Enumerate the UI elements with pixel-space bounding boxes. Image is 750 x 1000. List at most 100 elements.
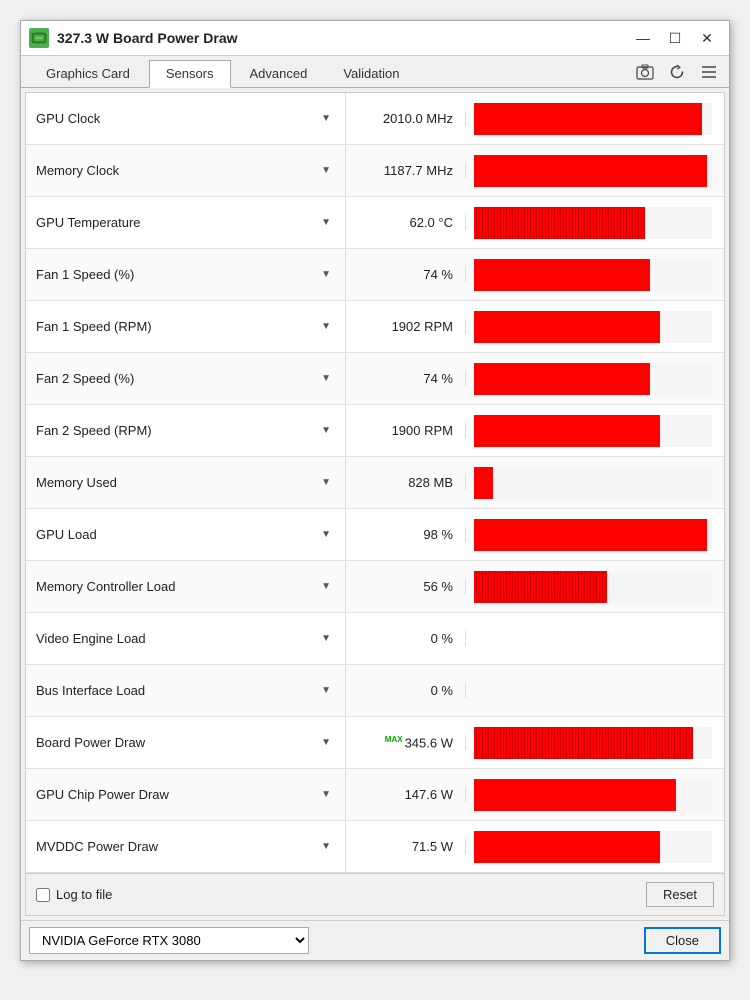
- sensor-name-gpu-temperature: GPU Temperature ▼: [26, 197, 346, 248]
- sensor-value-gpu-load: 98 %: [346, 527, 466, 542]
- bar-container-fan2-speed-pct: [474, 363, 712, 395]
- tab-graphics-card[interactable]: Graphics Card: [29, 60, 147, 87]
- sensor-value-fan2-speed-pct: 74 %: [346, 371, 466, 386]
- dropdown-icon[interactable]: ▼: [321, 321, 331, 332]
- sensor-bar-area-fan2-speed-pct: [466, 353, 724, 404]
- bar-container-mvddc-power-draw: [474, 831, 712, 863]
- sensor-row: GPU Clock ▼ 2010.0 MHz: [26, 93, 724, 145]
- sensor-row: GPU Load ▼ 98 %: [26, 509, 724, 561]
- sensor-name-fan2-speed-pct: Fan 2 Speed (%) ▼: [26, 353, 346, 404]
- dropdown-icon[interactable]: ▼: [321, 789, 331, 800]
- dropdown-icon[interactable]: ▼: [321, 581, 331, 592]
- sensor-value-memory-clock: 1187.7 MHz: [346, 163, 466, 178]
- sensors-list[interactable]: GPU Clock ▼ 2010.0 MHz Memory Clock ▼ 11…: [26, 93, 724, 873]
- tab-sensors[interactable]: Sensors: [149, 60, 231, 88]
- tab-advanced[interactable]: Advanced: [233, 60, 325, 87]
- sensor-row: GPU Chip Power Draw ▼ 147.6 W: [26, 769, 724, 821]
- sensor-value-mvddc-power-draw: 71.5 W: [346, 839, 466, 854]
- bar-fill-fan1-speed-pct: [474, 259, 650, 291]
- dropdown-icon[interactable]: ▼: [321, 529, 331, 540]
- bar-fill-mvddc-power-draw: [474, 831, 660, 863]
- maximize-button[interactable]: ☐: [661, 27, 689, 49]
- bar-container-fan1-speed-pct: [474, 259, 712, 291]
- dropdown-icon[interactable]: ▼: [321, 841, 331, 852]
- camera-button[interactable]: [633, 61, 657, 83]
- minimize-button[interactable]: —: [629, 27, 657, 49]
- log-section: Log to file: [36, 887, 112, 902]
- bar-container-gpu-chip-power-draw: [474, 779, 712, 811]
- tab-bar: Graphics Card Sensors Advanced Validatio…: [21, 56, 729, 88]
- dropdown-icon[interactable]: ▼: [321, 217, 331, 228]
- sensor-bar-area-memory-controller-load: [466, 561, 724, 612]
- sensor-label: MVDDC Power Draw: [36, 839, 158, 854]
- gpu-selector[interactable]: NVIDIA GeForce RTX 3080: [29, 927, 309, 954]
- close-button[interactable]: Close: [644, 927, 721, 954]
- sensor-label: Fan 2 Speed (RPM): [36, 423, 152, 438]
- dropdown-icon[interactable]: ▼: [321, 477, 331, 488]
- sensor-name-mvddc-power-draw: MVDDC Power Draw ▼: [26, 821, 346, 872]
- sensor-bar-area-memory-used: [466, 457, 724, 508]
- tab-validation[interactable]: Validation: [326, 60, 416, 87]
- sensor-name-video-engine-load: Video Engine Load ▼: [26, 613, 346, 664]
- dropdown-icon[interactable]: ▼: [321, 737, 331, 748]
- reset-button[interactable]: Reset: [646, 882, 714, 907]
- sensor-value-gpu-chip-power-draw: 147.6 W: [346, 787, 466, 802]
- bar-fill-gpu-temperature: [474, 207, 645, 239]
- sensor-label: Memory Clock: [36, 163, 119, 178]
- sensor-value-fan1-speed-rpm: 1902 RPM: [346, 319, 466, 334]
- bar-fill-gpu-chip-power-draw: [474, 779, 676, 811]
- sensor-label: GPU Chip Power Draw: [36, 787, 169, 802]
- bottom-bar: Log to file Reset: [26, 873, 724, 915]
- sensor-value-fan1-speed-pct: 74 %: [346, 267, 466, 282]
- dropdown-icon[interactable]: ▼: [321, 269, 331, 280]
- content-area: GPU Clock ▼ 2010.0 MHz Memory Clock ▼ 11…: [25, 92, 725, 916]
- sensor-row: Fan 1 Speed (%) ▼ 74 %: [26, 249, 724, 301]
- bar-fill-fan1-speed-rpm: [474, 311, 660, 343]
- main-window: 327.3 W Board Power Draw — ☐ ✕ Graphics …: [20, 20, 730, 961]
- sensor-row: GPU Temperature ▼ 62.0 °C: [26, 197, 724, 249]
- sensor-label: Board Power Draw: [36, 735, 145, 750]
- title-bar: 327.3 W Board Power Draw — ☐ ✕: [21, 21, 729, 56]
- sensor-label: GPU Load: [36, 527, 97, 542]
- close-window-button[interactable]: ✕: [693, 27, 721, 49]
- sensor-name-gpu-chip-power-draw: GPU Chip Power Draw ▼: [26, 769, 346, 820]
- dropdown-icon[interactable]: ▼: [321, 165, 331, 176]
- bar-container-gpu-temperature: [474, 207, 712, 239]
- bar-fill-memory-clock: [474, 155, 707, 187]
- sensor-label: GPU Clock: [36, 111, 100, 126]
- dropdown-icon[interactable]: ▼: [321, 425, 331, 436]
- bar-fill-memory-used: [474, 467, 493, 499]
- sensor-row: Video Engine Load ▼ 0 %: [26, 613, 724, 665]
- sensor-row: MVDDC Power Draw ▼ 71.5 W: [26, 821, 724, 873]
- bar-fill-gpu-clock: [474, 103, 702, 135]
- log-label: Log to file: [56, 887, 112, 902]
- sensor-name-gpu-load: GPU Load ▼: [26, 509, 346, 560]
- refresh-button[interactable]: [665, 61, 689, 83]
- window-title: 327.3 W Board Power Draw: [57, 30, 238, 46]
- sensor-name-fan1-speed-pct: Fan 1 Speed (%) ▼: [26, 249, 346, 300]
- dropdown-icon[interactable]: ▼: [321, 633, 331, 644]
- sensor-value-board-power-draw: MAX345.6 W: [346, 735, 466, 750]
- menu-button[interactable]: [697, 61, 721, 83]
- title-left: 327.3 W Board Power Draw: [29, 28, 238, 48]
- bar-fill-fan2-speed-rpm: [474, 415, 660, 447]
- sensor-label: Memory Used: [36, 475, 117, 490]
- dropdown-icon[interactable]: ▼: [321, 373, 331, 384]
- sensor-name-memory-clock: Memory Clock ▼: [26, 145, 346, 196]
- bar-container-memory-controller-load: [474, 571, 712, 603]
- sensor-label: GPU Temperature: [36, 215, 141, 230]
- sensor-name-memory-used: Memory Used ▼: [26, 457, 346, 508]
- dropdown-icon[interactable]: ▼: [321, 685, 331, 696]
- footer: NVIDIA GeForce RTX 3080 Close: [21, 920, 729, 960]
- sensor-bar-area-memory-clock: [466, 145, 724, 196]
- sensor-bar-area-bus-interface-load: [466, 665, 724, 716]
- bar-fill-fan2-speed-pct: [474, 363, 650, 395]
- sensor-name-memory-controller-load: Memory Controller Load ▼: [26, 561, 346, 612]
- dropdown-icon[interactable]: ▼: [321, 113, 331, 124]
- sensor-name-board-power-draw: Board Power Draw ▼: [26, 717, 346, 768]
- bar-container-memory-used: [474, 467, 712, 499]
- log-checkbox[interactable]: [36, 888, 50, 902]
- sensor-row: Board Power Draw ▼ MAX345.6 W: [26, 717, 724, 769]
- sensor-label: Fan 1 Speed (RPM): [36, 319, 152, 334]
- sensor-name-gpu-clock: GPU Clock ▼: [26, 93, 346, 144]
